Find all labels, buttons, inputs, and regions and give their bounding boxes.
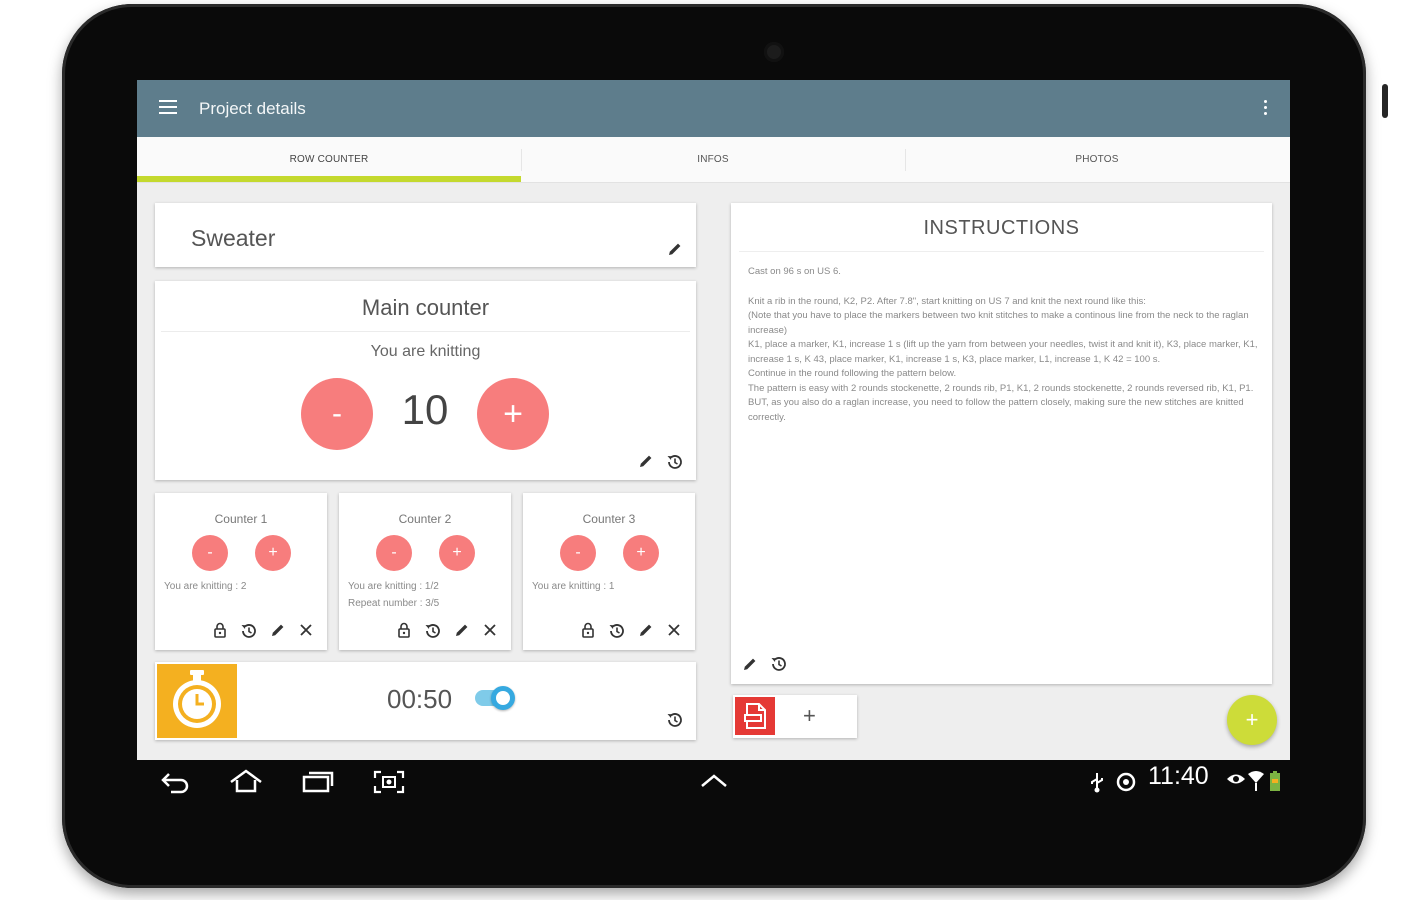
add-fab-button[interactable]: + xyxy=(1227,695,1277,745)
divider xyxy=(161,331,690,332)
main-counter-card: Main counter You are knitting - 10 + xyxy=(155,281,696,480)
delete-icon[interactable] xyxy=(666,622,682,638)
reset-history-icon[interactable] xyxy=(239,621,259,641)
edit-icon[interactable] xyxy=(453,621,471,639)
main-decrement-button[interactable]: - xyxy=(301,378,373,450)
main-counter-subtitle: You are knitting xyxy=(370,343,481,360)
tab-indicator xyxy=(137,176,521,182)
usb-icon xyxy=(1091,773,1103,793)
sync-icon xyxy=(1116,772,1136,792)
pdf-file-icon[interactable] xyxy=(735,697,775,735)
timer-value: 00:50 xyxy=(387,684,453,714)
reset-history-icon[interactable] xyxy=(423,621,443,641)
chevron-up-icon[interactable] xyxy=(698,772,730,790)
lock-icon[interactable] xyxy=(395,621,413,639)
menu-icon[interactable] xyxy=(159,100,177,116)
app-toolbar: Project details xyxy=(137,80,1290,137)
project-name-card: Sweater xyxy=(155,203,696,267)
edit-name-icon[interactable] xyxy=(666,240,684,258)
wifi-signal-icon xyxy=(1248,771,1264,791)
counter-status: You are knitting : 1/2 xyxy=(348,581,439,592)
edit-icon[interactable] xyxy=(269,621,287,639)
main-counter-value: 10 xyxy=(401,386,449,433)
counter-title: Counter 3 xyxy=(582,512,636,526)
delete-icon[interactable] xyxy=(482,622,498,638)
timer-card: 00:50 xyxy=(155,662,696,740)
instruction-paragraph: Cast on 96 s on US 6. xyxy=(748,266,841,277)
attachments-card: + xyxy=(733,695,857,738)
counter-status: You are knitting : 2 xyxy=(164,581,247,592)
instruction-paragraph: BUT, as you also do a raglan increase, y… xyxy=(748,397,1244,423)
app-screen: Project details ROW COUNTER INFOS PHOTOS… xyxy=(137,80,1290,760)
instruction-paragraph: Continue in the round following the patt… xyxy=(748,368,957,379)
instructions-title: INSTRUCTIONS xyxy=(923,217,1080,239)
system-navigation-bar xyxy=(137,760,1290,806)
counter-increment-button[interactable]: + xyxy=(623,535,659,571)
counter-decrement-button[interactable]: - xyxy=(560,535,596,571)
eye-icon xyxy=(1227,774,1245,784)
reset-history-icon[interactable] xyxy=(607,621,627,641)
home-icon[interactable] xyxy=(227,768,265,794)
side-button xyxy=(1382,84,1388,118)
counter-card-1: Counter 1 - + You are knitting : 2 xyxy=(155,493,327,650)
instructions-text: Cast on 96 s on US 6. Knit a rib in the … xyxy=(748,265,1258,425)
front-camera xyxy=(764,42,784,62)
counter-increment-button[interactable]: + xyxy=(439,535,475,571)
counter-decrement-button[interactable]: - xyxy=(192,535,228,571)
more-options-icon[interactable] xyxy=(1262,100,1268,118)
add-attachment-button[interactable]: + xyxy=(803,703,816,729)
counter-card-2: Counter 2 - + You are knitting : 1/2 Rep… xyxy=(339,493,511,650)
reset-history-icon[interactable] xyxy=(665,452,685,472)
status-clock: 11:40 xyxy=(1148,762,1209,790)
screenshot-icon[interactable] xyxy=(372,769,406,795)
main-counter-title: Main counter xyxy=(361,295,490,320)
timer-toggle[interactable] xyxy=(473,686,515,710)
counter-repeat: Repeat number : 3/5 xyxy=(348,598,440,609)
edit-counter-icon[interactable] xyxy=(637,452,655,470)
delete-icon[interactable] xyxy=(298,622,314,638)
tab-bar: ROW COUNTER INFOS PHOTOS xyxy=(137,137,1290,183)
counter-card-3: Counter 3 - + You are knitting : 1 xyxy=(523,493,695,650)
counter-increment-button[interactable]: + xyxy=(255,535,291,571)
project-name: Sweater xyxy=(191,225,276,251)
stopwatch-icon[interactable] xyxy=(157,664,237,738)
counter-decrement-button[interactable]: - xyxy=(376,535,412,571)
tab-infos[interactable]: INFOS xyxy=(521,137,905,182)
battery-icon xyxy=(1270,771,1280,791)
instructions-card: INSTRUCTIONS Cast on 96 s on US 6. Knit … xyxy=(731,203,1272,684)
reset-timer-icon[interactable] xyxy=(665,710,685,730)
instruction-paragraph: The pattern is easy with 2 rounds stocke… xyxy=(748,382,1254,394)
instruction-paragraph: Knit a rib in the round, K2, P2. After 7… xyxy=(748,295,1146,307)
main-increment-button[interactable]: + xyxy=(477,378,549,450)
instructions-history-icon[interactable] xyxy=(769,654,789,674)
instruction-paragraph: K1, place a marker, K1, increase 1 s (li… xyxy=(748,339,1258,365)
divider xyxy=(739,251,1264,252)
tab-photos[interactable]: PHOTOS xyxy=(905,137,1289,182)
counter-status: You are knitting : 1 xyxy=(532,581,615,592)
instruction-paragraph: (Note that you have to place the markers… xyxy=(748,310,1249,336)
lock-icon[interactable] xyxy=(579,621,597,639)
recent-apps-icon[interactable] xyxy=(300,769,336,793)
counter-title: Counter 1 xyxy=(214,512,268,526)
counter-title: Counter 2 xyxy=(398,512,452,526)
page-title: Project details xyxy=(199,99,306,118)
lock-icon[interactable] xyxy=(211,621,229,639)
edit-instructions-icon[interactable] xyxy=(741,655,759,673)
edit-icon[interactable] xyxy=(637,621,655,639)
back-icon[interactable] xyxy=(159,770,191,794)
